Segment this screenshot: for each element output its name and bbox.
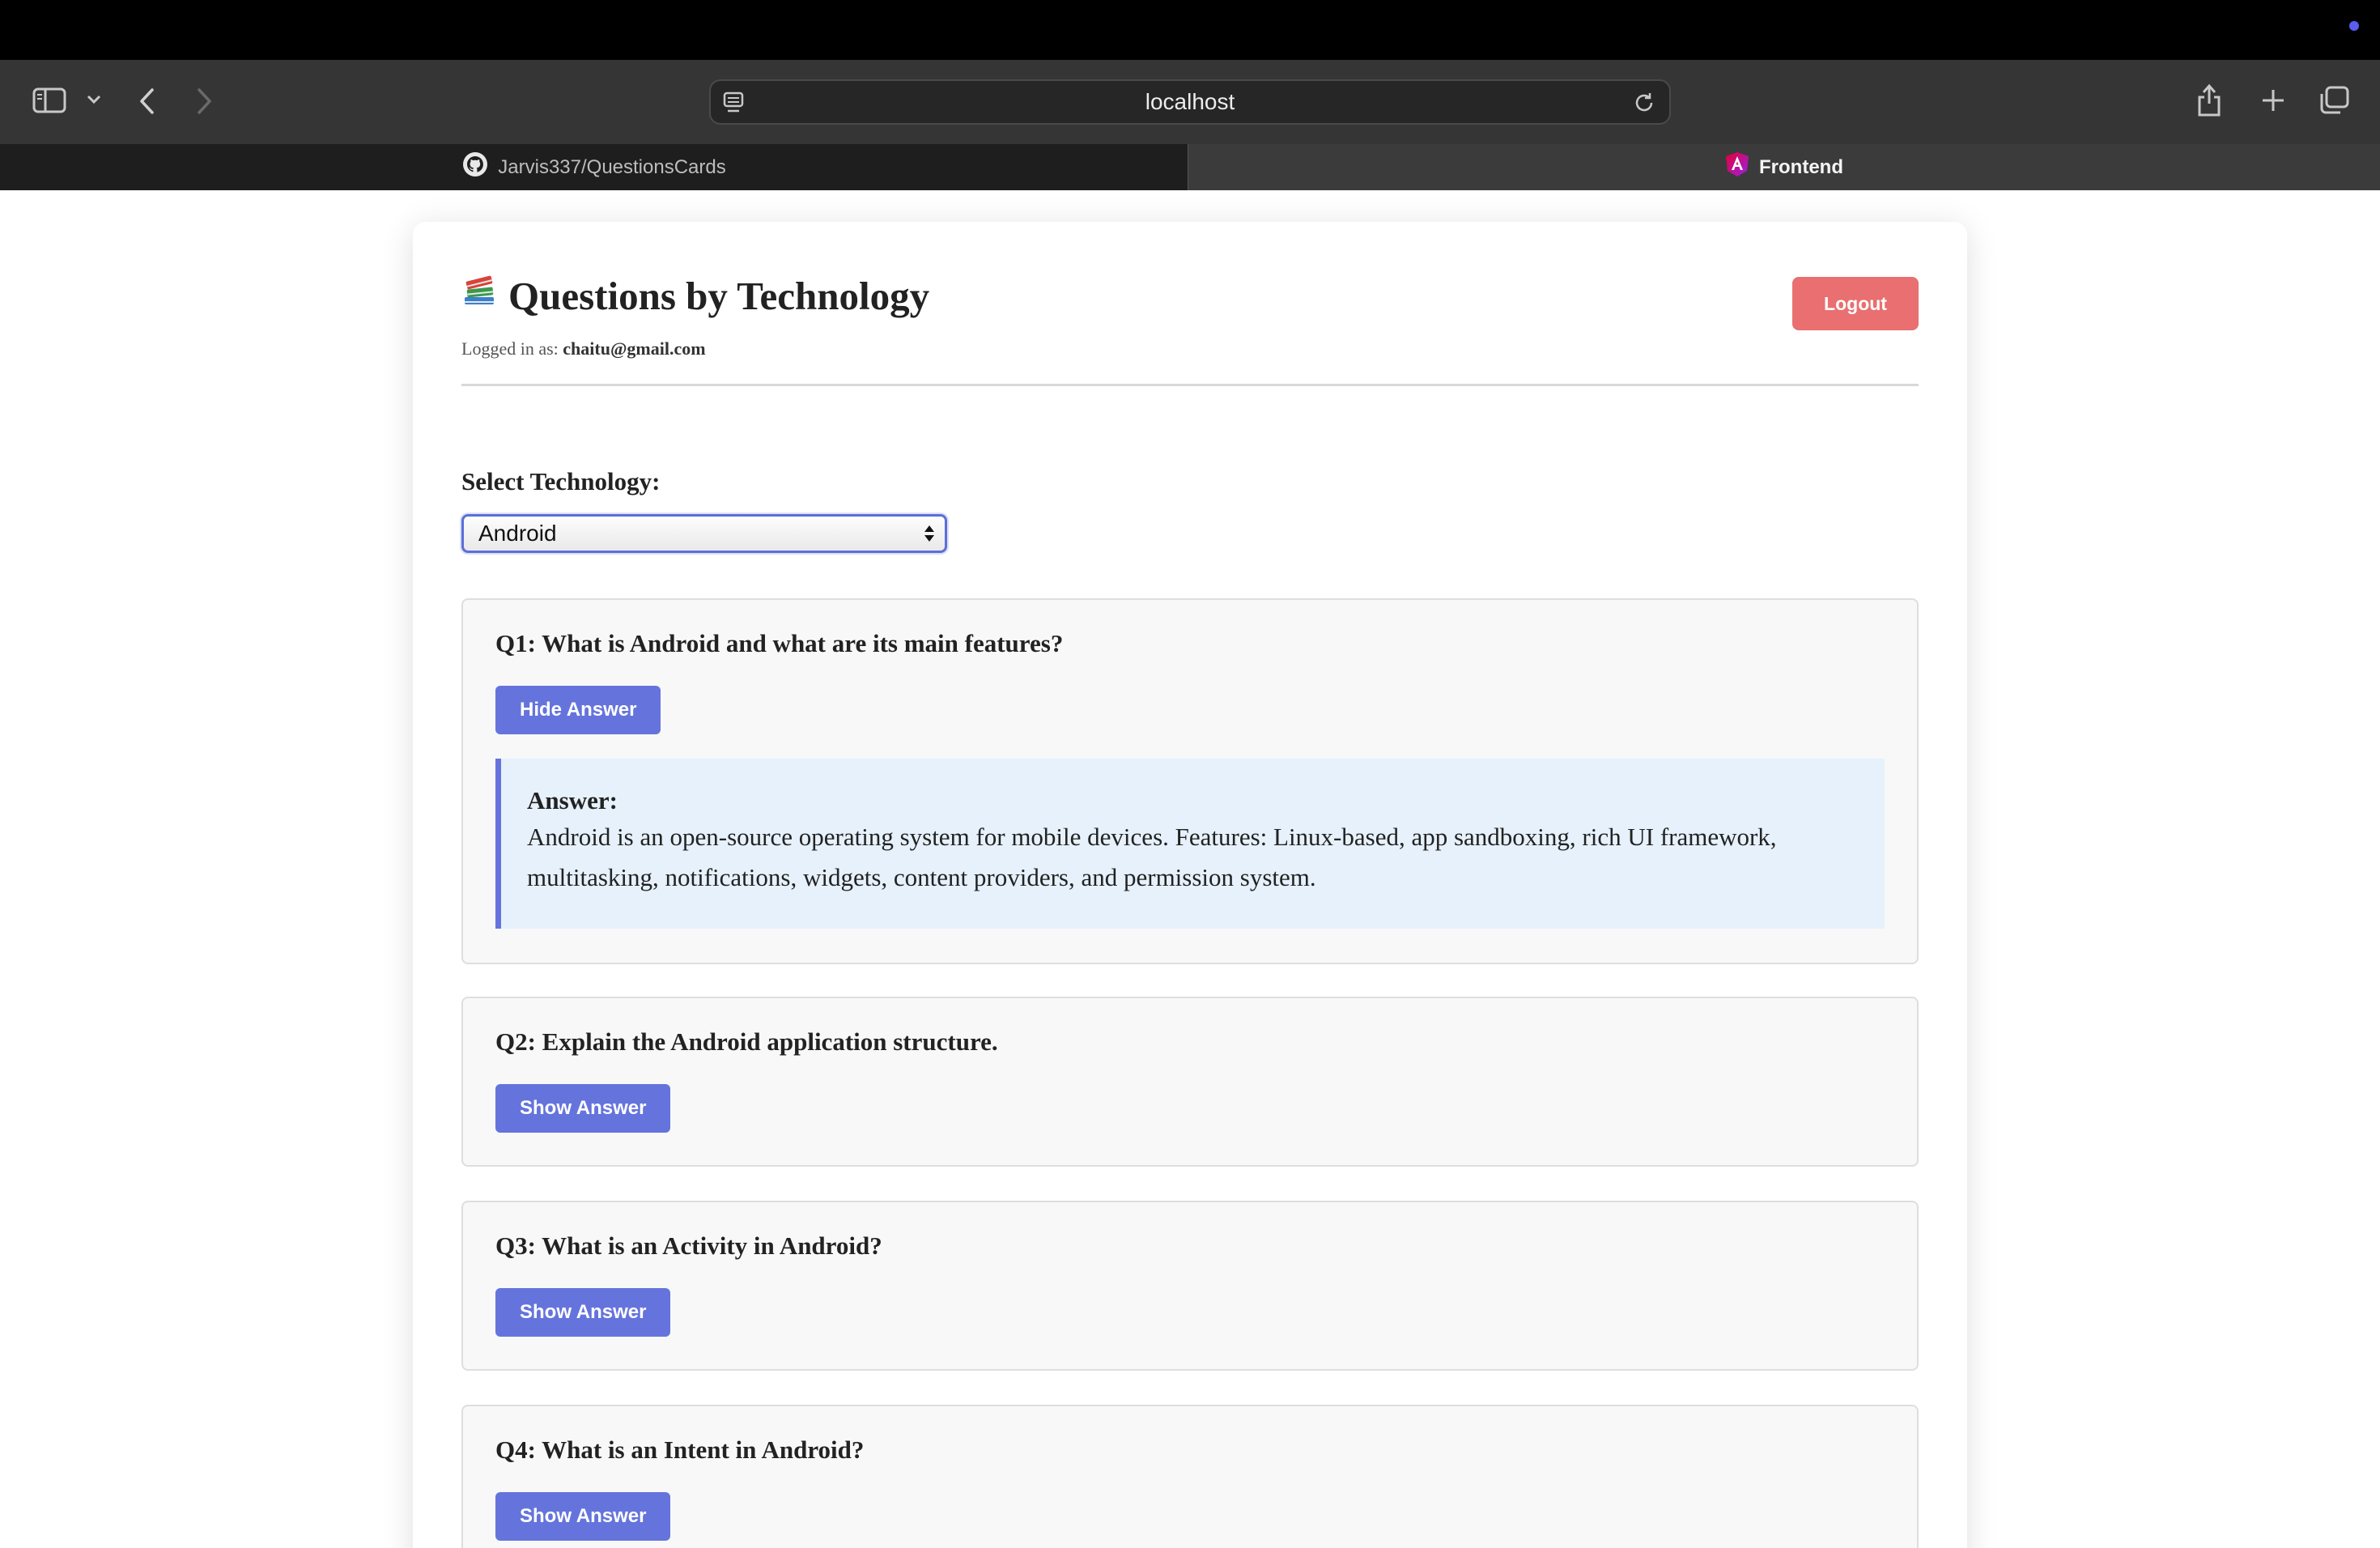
answer-text: Android is an open-source operating syst… [527,823,1777,891]
books-icon [461,270,497,321]
question-card: Q1: What is Android and what are its mai… [461,598,1919,964]
tab-label: Jarvis337/QuestionsCards [498,155,726,178]
reload-icon[interactable] [1632,91,1656,119]
technology-select[interactable]: Android [461,514,947,553]
address-bar[interactable]: localhost [709,79,1671,125]
url-text: localhost [1145,89,1235,114]
technology-select-value: Android [478,521,557,546]
logged-in-prefix: Logged in as: [461,338,559,359]
share-icon[interactable] [2195,83,2223,118]
answer-label: Answer: [527,786,618,814]
question-title: Q3: What is an Activity in Android? [495,1231,882,1260]
menu-bar [0,0,2380,60]
tab-overview-icon[interactable] [2318,86,2349,115]
question-card: Q3: What is an Activity in Android? Show… [461,1201,1919,1371]
show-answer-button[interactable]: Show Answer [495,1084,671,1133]
chevron-down-icon[interactable] [86,94,102,105]
forward-icon[interactable] [194,87,214,115]
question-title: Q2: Explain the Android application stru… [495,1027,998,1056]
answer-box: Answer: Android is an open-source operat… [495,759,1885,929]
show-answer-button[interactable]: Show Answer [495,1288,671,1337]
logged-in-status: Logged in as: chaitu@gmail.com [461,338,706,359]
sidebar-toggle-icon[interactable] [32,87,66,113]
browser-toolbar: localhost [0,60,2380,144]
show-answer-button[interactable]: Show Answer [495,1492,671,1541]
technology-label: Select Technology: [461,467,661,495]
main-card: Questions by Technology Logged in as: ch… [413,222,1967,1548]
page-title: Questions by Technology [461,270,929,326]
page-title-text: Questions by Technology [508,274,930,318]
user-email: chaitu@gmail.com [563,338,706,359]
back-icon[interactable] [138,87,157,115]
logout-button[interactable]: Logout [1792,277,1919,330]
tab-github[interactable]: Jarvis337/QuestionsCards [0,144,1188,190]
question-title: Q1: What is Android and what are its mai… [495,629,1064,657]
tab-bar: Jarvis337/QuestionsCards Frontend [0,144,2380,190]
select-arrows-icon [924,524,935,547]
question-title: Q4: What is an Intent in Android? [495,1435,865,1464]
page-header: Questions by Technology Logged in as: ch… [461,270,1919,386]
hide-answer-button[interactable]: Hide Answer [495,686,661,734]
github-icon [462,151,488,183]
tab-label: Frontend [1759,155,1843,178]
new-tab-icon[interactable] [2260,87,2286,113]
tab-frontend[interactable]: Frontend [1188,144,2380,190]
question-card: Q4: What is an Intent in Android? Show A… [461,1405,1919,1548]
status-dot [2349,21,2359,31]
angular-icon [1725,151,1749,183]
page-viewport: Questions by Technology Logged in as: ch… [0,190,2380,1548]
question-card: Q2: Explain the Android application stru… [461,997,1919,1167]
